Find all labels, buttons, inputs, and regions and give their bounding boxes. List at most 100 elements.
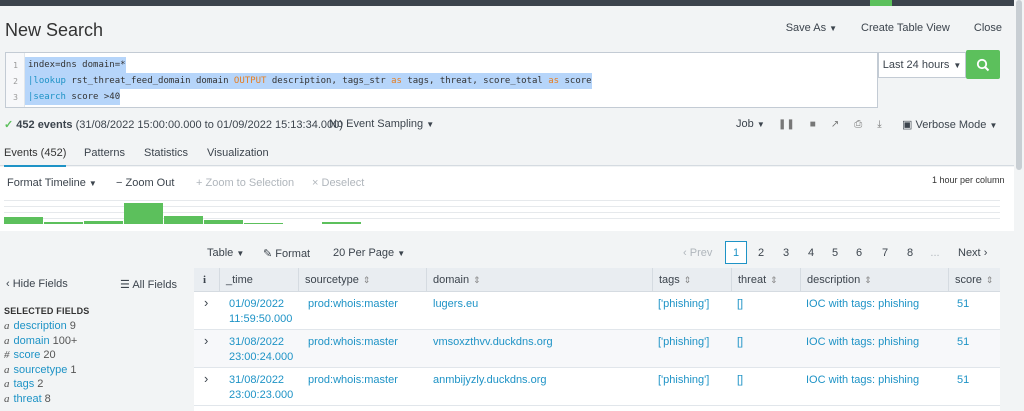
field-threat[interactable]: athreat8 (4, 393, 51, 405)
expand-row-icon[interactable]: › (204, 371, 208, 386)
output-keyword: OUTPUT (234, 76, 267, 86)
cell-score[interactable]: 51 (957, 373, 969, 388)
page-6-button[interactable]: 6 (848, 241, 870, 264)
field-type-icon: a (4, 335, 10, 347)
page-3-button[interactable]: 3 (775, 241, 797, 264)
per-page-dropdown[interactable]: 20 Per Page ▼ (333, 247, 405, 259)
zoom-out-button[interactable]: − Zoom Out (116, 177, 174, 189)
next-label: Next (958, 247, 981, 259)
histogram-bar[interactable] (44, 222, 83, 224)
column-header-time[interactable]: _time (219, 268, 298, 292)
cell-sourcetype[interactable]: prod:whois:master (308, 335, 398, 350)
search-button[interactable] (966, 50, 1000, 79)
save-as-button[interactable]: Save As▼ (774, 22, 849, 34)
cell-score[interactable]: 51 (957, 335, 969, 350)
cell-sourcetype[interactable]: prod:whois:master (308, 297, 398, 312)
cell-sourcetype[interactable]: prod:whois:master (308, 373, 398, 388)
close-button[interactable]: Close (962, 22, 1014, 34)
field-domain[interactable]: adomain100+ (4, 335, 77, 347)
field-sourcetype[interactable]: asourcetype1 (4, 364, 76, 376)
deselect-button[interactable]: × Deselect (312, 177, 364, 189)
search-mode-dropdown[interactable]: ▣ Verbose Mode ▼ (902, 118, 997, 131)
field-type-icon: a (4, 393, 10, 405)
share-icon[interactable]: ↗ (831, 119, 839, 130)
histogram-bar[interactable] (204, 220, 243, 224)
column-header-domain[interactable]: domain⇕ (426, 268, 652, 292)
query-line-1[interactable]: 1 index=dns domain=* (6, 57, 877, 73)
page-scrollbar-thumb[interactable] (1016, 0, 1022, 170)
job-menu[interactable]: Job ▼ (736, 118, 765, 130)
column-header-description[interactable]: description⇕ (800, 268, 948, 292)
cell-score[interactable]: 51 (957, 297, 969, 312)
column-header-sourcetype[interactable]: sourcetype⇕ (298, 268, 426, 292)
column-header-tags[interactable]: tags⇕ (652, 268, 731, 292)
timeline-histogram[interactable] (4, 200, 1000, 224)
cell-time[interactable]: 31/08/202223:00:23.000 (229, 373, 293, 403)
cell-domain[interactable]: vmsoxzthvv.duckdns.org (433, 335, 553, 350)
cell-description[interactable]: IOC with tags: phishing (806, 297, 919, 312)
column-header-threat[interactable]: threat⇕ (731, 268, 800, 292)
expand-row-icon[interactable]: › (204, 295, 208, 310)
cell-threat[interactable]: [] (737, 297, 743, 312)
field-description[interactable]: adescription9 (4, 320, 76, 332)
query-line-2[interactable]: 2 | lookup rst_threat_feed_domain domain… (6, 73, 877, 89)
field-name: threat (14, 393, 42, 405)
tab-events[interactable]: Events (452) (4, 147, 66, 168)
page-7-button[interactable]: 7 (874, 241, 896, 264)
cell-time[interactable]: 01/09/202211:59:50.000 (229, 297, 292, 327)
page-8-button[interactable]: 8 (899, 241, 921, 264)
command-keyword: search (33, 92, 66, 102)
query-text: description, tags_str (266, 76, 391, 86)
page-1-button[interactable]: 1 (725, 241, 747, 264)
zoom-to-selection-button[interactable]: + Zoom to Selection (196, 177, 294, 189)
per-page-label: 20 Per Page (333, 247, 394, 259)
print-icon[interactable]: ⎙ (854, 119, 862, 130)
table-view-dropdown[interactable]: Table ▼ (207, 247, 244, 259)
cell-tags[interactable]: ['phishing'] (658, 297, 709, 312)
cell-threat[interactable]: [] (737, 373, 743, 388)
export-icon[interactable]: ⤓ (877, 119, 881, 130)
pause-icon[interactable]: ❚❚ (778, 119, 795, 130)
cell-domain[interactable]: lugers.eu (433, 297, 478, 312)
search-query-editor[interactable]: 1 index=dns domain=* 2 | lookup rst_thre… (5, 52, 878, 108)
column-label: threat (738, 274, 766, 286)
page-2-button[interactable]: 2 (750, 241, 772, 264)
all-fields-button[interactable]: ☰ All Fields (120, 278, 177, 291)
column-header-score[interactable]: score⇕ (948, 268, 1000, 292)
field-count: 1 (70, 364, 76, 376)
job-label: Job (736, 118, 754, 130)
stop-icon[interactable]: ■ (810, 119, 816, 130)
next-page-button[interactable]: Next › (958, 247, 987, 259)
cell-tags[interactable]: ['phishing'] (658, 335, 709, 350)
histogram-bar[interactable] (124, 203, 163, 224)
histogram-bar[interactable] (244, 223, 283, 224)
field-type-icon: a (4, 320, 10, 332)
format-button[interactable]: ✎ Format (263, 247, 310, 260)
field-tags[interactable]: atags2 (4, 378, 43, 390)
hide-fields-button[interactable]: ‹ Hide Fields (6, 278, 68, 290)
prev-page-button[interactable]: ‹ Prev (683, 247, 712, 259)
cell-threat[interactable]: [] (737, 335, 743, 350)
cell-tags[interactable]: ['phishing'] (658, 373, 709, 388)
page-4-button[interactable]: 4 (800, 241, 822, 264)
histogram-bar[interactable] (4, 217, 43, 224)
cell-time[interactable]: 31/08/202223:00:24.000 (229, 335, 293, 365)
tab-statistics[interactable]: Statistics (144, 147, 188, 159)
page-5-button[interactable]: 5 (824, 241, 846, 264)
format-timeline-dropdown[interactable]: Format Timeline ▼ (7, 177, 97, 189)
histogram-bar[interactable] (84, 221, 123, 224)
query-line-3[interactable]: 3 | search score >40 (6, 89, 877, 105)
tab-visualization[interactable]: Visualization (207, 147, 269, 159)
tab-patterns[interactable]: Patterns (84, 147, 125, 159)
cell-description[interactable]: IOC with tags: phishing (806, 373, 919, 388)
cell-description[interactable]: IOC with tags: phishing (806, 335, 919, 350)
field-score[interactable]: #score20 (4, 349, 56, 361)
field-count: 8 (45, 393, 51, 405)
event-sampling-dropdown[interactable]: No Event Sampling ▼ (329, 118, 434, 130)
expand-row-icon[interactable]: › (204, 333, 208, 348)
histogram-bar[interactable] (164, 216, 203, 224)
histogram-bar[interactable] (322, 222, 361, 224)
create-table-view-button[interactable]: Create Table View (849, 22, 962, 34)
time-range-picker[interactable]: Last 24 hours▼ (878, 52, 966, 78)
cell-domain[interactable]: anmbijyzly.duckdns.org (433, 373, 547, 388)
